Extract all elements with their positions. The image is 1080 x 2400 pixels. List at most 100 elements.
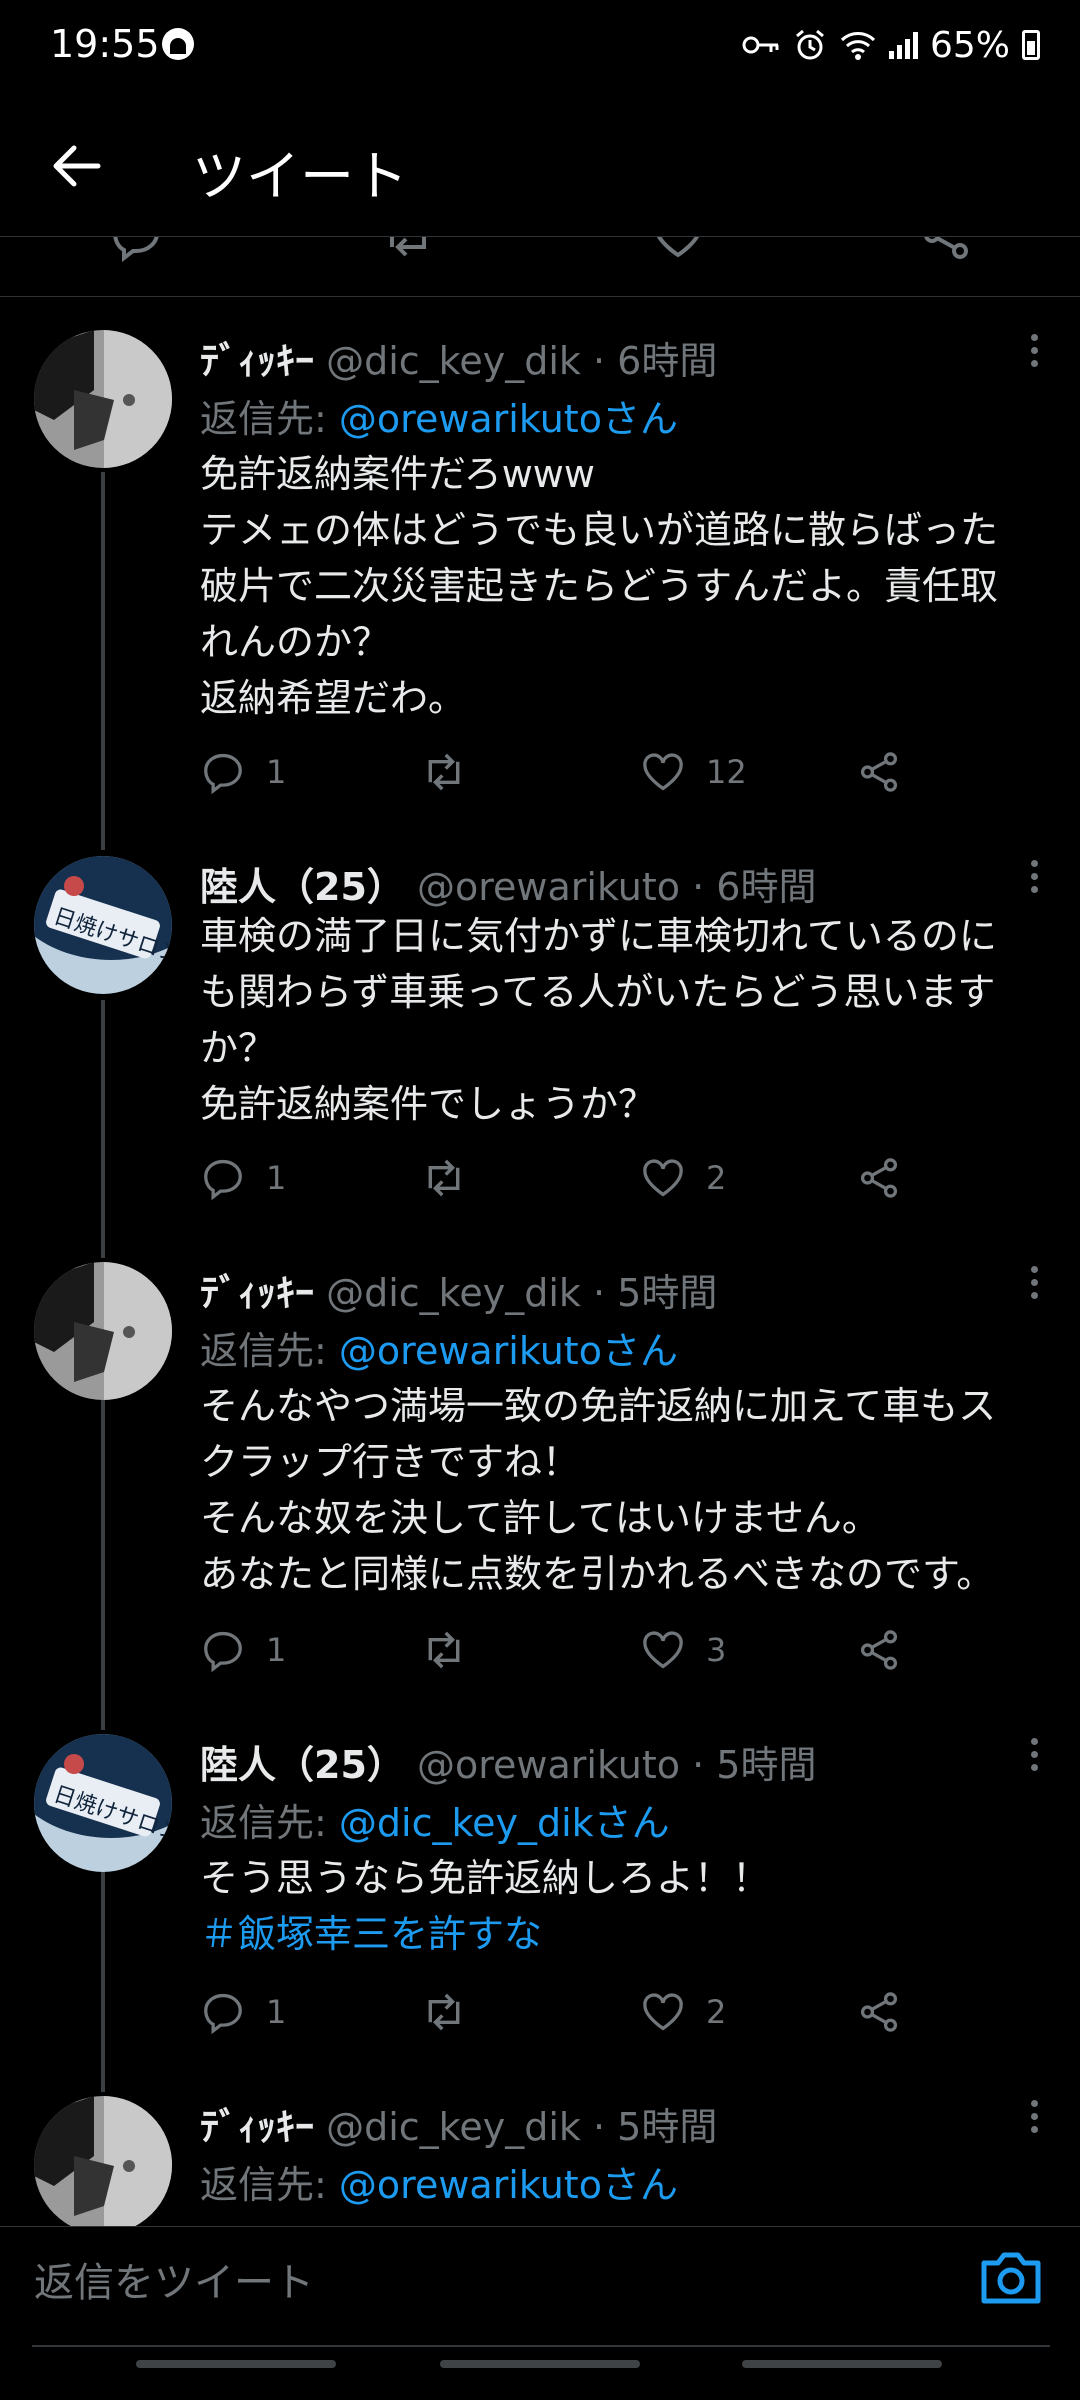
share-button[interactable]: [856, 1148, 902, 1208]
composer-underline: [32, 2345, 1050, 2347]
retweet-icon: [428, 1631, 460, 1669]
retweet-icon: [428, 1159, 460, 1197]
like-button[interactable]: 2: [640, 1982, 726, 2042]
status-time: 19:55: [50, 22, 160, 66]
user-name[interactable]: ﾃﾞｨｯｷｰ: [200, 1271, 314, 1315]
retweet-button[interactable]: [420, 742, 468, 802]
mention-link[interactable]: @dic_key_dikさん: [339, 1801, 670, 1845]
timestamp[interactable]: 6時間: [716, 865, 816, 909]
user-handle[interactable]: @orewarikuto: [417, 1743, 680, 1787]
timestamp[interactable]: 5時間: [716, 1743, 816, 1787]
like-button[interactable]: 3: [640, 1620, 726, 1680]
like-button[interactable]: 12: [640, 742, 747, 802]
retweet-button[interactable]: [420, 1148, 468, 1208]
user-name[interactable]: ﾃﾞｨｯｷｰ: [200, 339, 314, 383]
timestamp[interactable]: 5時間: [617, 2105, 717, 2149]
share-button[interactable]: [856, 1982, 902, 2042]
tweet-text: そう思うなら免許返納しろよ！！ ＃飯塚幸三を許すな: [200, 1850, 1050, 1962]
reply-to: 返信先: @orewarikutoさん: [200, 1329, 678, 1373]
reply-count: 1: [266, 1993, 287, 2031]
reply-button[interactable]: 1: [200, 1982, 286, 2042]
thread-line: [101, 472, 105, 850]
share-icon[interactable]: [918, 237, 974, 263]
like-icon: [643, 1631, 683, 1669]
mention-link[interactable]: @orewarikutoさん: [339, 397, 678, 441]
tweet-text: そんなやつ満場一致の免許返納に加えて車もス クラップ行きですね！ そんな奴を決し…: [200, 1384, 997, 1596]
like-icon: [643, 1159, 683, 1197]
more-icon[interactable]: [1028, 860, 1040, 900]
tweet-text: 免許返納案件だろwww テメェの体はどうでも良いが道路に散らばった 破片で二次災…: [200, 452, 999, 720]
tweet-text: 車検の満了日に気付かずに車検切れているのに も関わらず車乗ってる人がいたらどう思…: [200, 914, 997, 1126]
tweet[interactable]: ﾃﾞｨｯｷｰ @dic_key_dik · 5時間 返信先: @orewarik…: [0, 2096, 1080, 2226]
reply-button[interactable]: 1: [200, 1620, 286, 1680]
retweet-icon: [428, 753, 460, 791]
user-name[interactable]: 陸人（25）: [200, 865, 405, 909]
timestamp[interactable]: 6時間: [617, 339, 717, 383]
share-button[interactable]: [856, 1620, 902, 1680]
tweet-actions: 1 3: [200, 1620, 960, 1680]
like-count: 12: [706, 753, 747, 791]
user-handle[interactable]: @dic_key_dik: [326, 339, 581, 383]
user-handle[interactable]: @orewarikuto: [417, 865, 680, 909]
more-icon[interactable]: [1028, 334, 1040, 374]
reply-icon: [204, 753, 242, 795]
app-notification-icon: [162, 28, 194, 60]
timestamp[interactable]: 5時間: [617, 1271, 717, 1315]
share-icon: [860, 1158, 898, 1198]
reply-to: 返信先: @dic_key_dikさん: [200, 1801, 670, 1845]
reply-count: 1: [266, 1631, 287, 1669]
share-icon: [860, 1630, 898, 1670]
reply-icon: [204, 1159, 242, 1201]
thread-line: [101, 1872, 105, 2092]
retweet-icon: [428, 1993, 460, 2031]
retweet-button[interactable]: [420, 1982, 468, 2042]
reply-icon: [204, 1631, 242, 1673]
like-count: 2: [706, 1159, 727, 1197]
user-name[interactable]: ﾃﾞｨｯｷｰ: [200, 2105, 314, 2149]
like-count: 3: [706, 1631, 727, 1669]
mention-link[interactable]: @orewarikutoさん: [339, 2163, 678, 2207]
more-icon[interactable]: [1028, 1266, 1040, 1306]
reply-icon[interactable]: [108, 237, 164, 263]
back-arrow-icon[interactable]: [44, 134, 108, 198]
reply-to: 返信先: @orewarikutoさん: [200, 397, 678, 441]
status-bar: 19:55 65%: [0, 0, 1080, 96]
share-icon: [860, 752, 898, 792]
avatar[interactable]: [34, 1262, 172, 1400]
thread-line: [101, 1000, 105, 1258]
retweet-button[interactable]: [420, 1620, 468, 1680]
app-header: ツイート: [0, 96, 1080, 236]
alarm-icon: [796, 29, 824, 60]
avatar[interactable]: [34, 2096, 172, 2226]
reply-button[interactable]: 1: [200, 1148, 286, 1208]
like-icon: [643, 753, 683, 791]
user-handle[interactable]: @dic_key_dik: [326, 1271, 581, 1315]
system-nav-bar: [0, 2360, 1080, 2380]
wifi-icon: [840, 32, 876, 60]
signal-icon: [888, 31, 918, 59]
avatar[interactable]: 日焼けサロン: [34, 1734, 172, 1872]
thread-line: [101, 1400, 105, 1730]
vpn-key-icon: [742, 36, 779, 54]
share-button[interactable]: [856, 742, 902, 802]
divider: [0, 296, 1080, 297]
share-icon: [860, 1992, 898, 2032]
more-icon[interactable]: [1028, 1738, 1040, 1778]
page-title: ツイート: [192, 145, 408, 208]
tweet-actions: 1 12: [200, 742, 960, 802]
like-button[interactable]: 2: [640, 1148, 726, 1208]
hashtag-link[interactable]: ＃飯塚幸三を許すな: [200, 1906, 1050, 1962]
user-name[interactable]: 陸人（25）: [200, 1743, 405, 1787]
reply-input[interactable]: [32, 2247, 936, 2319]
reply-icon: [204, 1993, 242, 2035]
more-icon[interactable]: [1028, 2100, 1040, 2140]
mention-link[interactable]: @orewarikutoさん: [339, 1329, 678, 1373]
retweet-icon[interactable]: [380, 237, 436, 263]
camera-icon[interactable]: [978, 2247, 1044, 2307]
reply-to: 返信先: @orewarikutoさん: [200, 2163, 678, 2207]
avatar[interactable]: 日焼けサロン: [34, 856, 172, 994]
user-handle[interactable]: @dic_key_dik: [326, 2105, 581, 2149]
avatar[interactable]: [34, 330, 172, 468]
reply-button[interactable]: 1: [200, 742, 286, 802]
like-icon[interactable]: [650, 237, 706, 263]
